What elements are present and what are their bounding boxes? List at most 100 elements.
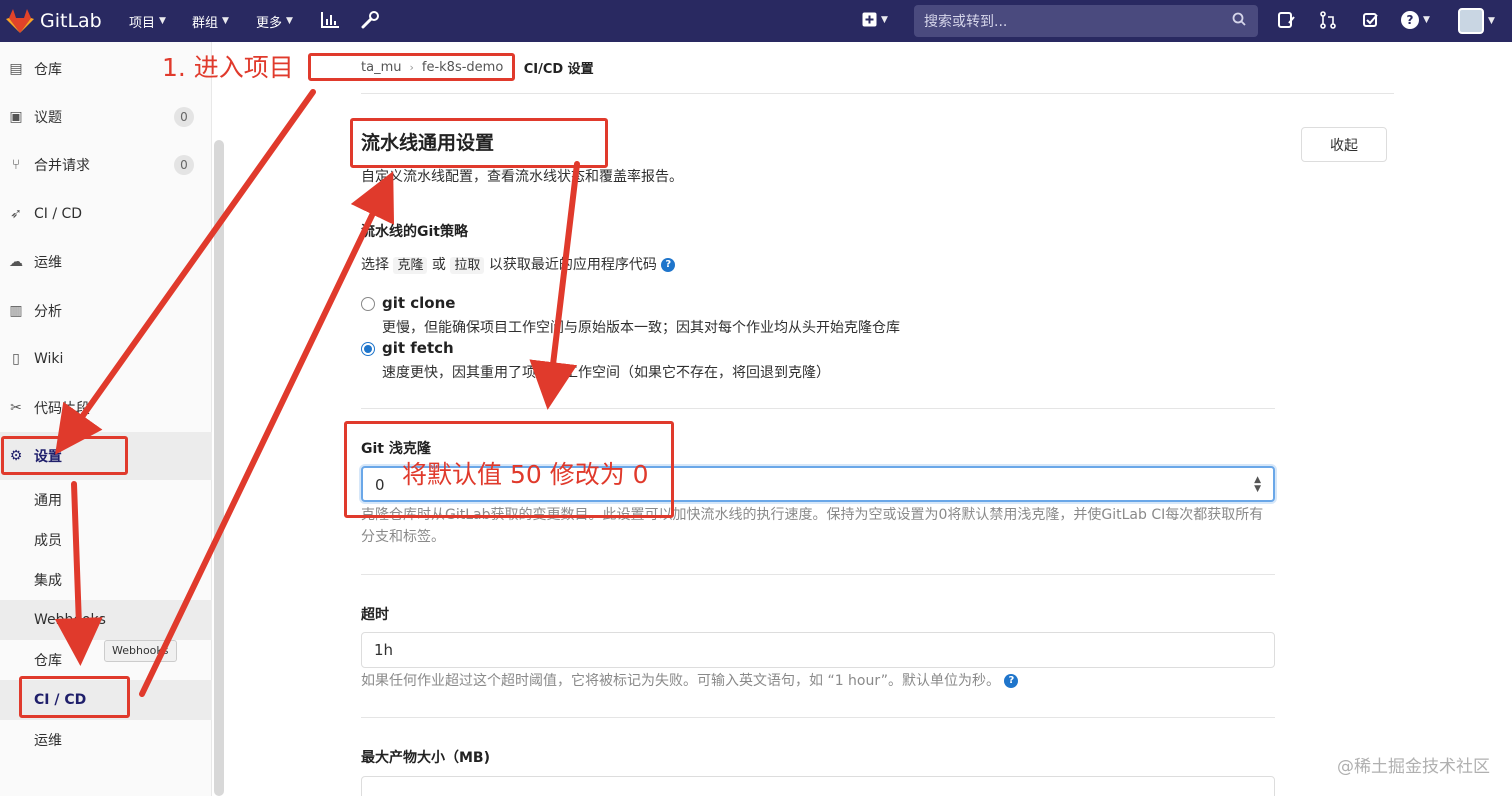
webhooks-tooltip: Webhooks	[104, 640, 177, 662]
nav-groups-dropdown[interactable]: 群组 ▼	[192, 12, 229, 31]
sidebar-item-label: 分析	[34, 304, 62, 320]
timeout-label: 超时	[361, 607, 389, 623]
collapse-button[interactable]: 收起	[1301, 127, 1387, 162]
sidebar-item-issues[interactable]: ▣ 议题 0	[0, 93, 212, 141]
annotation-note: 将默认值 50 修改为 0	[402, 460, 649, 489]
sidebar-item-operations[interactable]: ☁ 运维	[0, 238, 212, 286]
code-clone: 克隆	[393, 257, 428, 274]
issues-icon: ▣	[9, 109, 23, 125]
breadcrumb-current[interactable]: CI/CD 设置	[524, 58, 594, 77]
sidebar-item-analytics[interactable]: ▥ 分析	[0, 287, 212, 335]
sidebar-item-merge-requests[interactable]: ⑂ 合并请求 0	[0, 141, 212, 189]
sidebar-item-label: 仓库	[34, 62, 62, 78]
help-text: 选择	[361, 257, 389, 273]
cloud-icon: ☁	[9, 254, 23, 270]
help-dropdown[interactable]: ? ▼	[1401, 11, 1430, 29]
book-icon: ▯	[12, 351, 20, 367]
chevron-down-icon: ▼	[1423, 15, 1430, 25]
search-placeholder: 搜索或转到...	[924, 14, 1008, 30]
artifact-size-input[interactable]	[361, 776, 1275, 796]
sidebar-sub-webhooks[interactable]: Webhooks	[0, 600, 212, 640]
merge-request-icon: ⑂	[11, 157, 21, 173]
artifact-size-label: 最大产物大小（MB)	[361, 750, 491, 766]
annotation-box-ci-cd	[19, 676, 130, 718]
git-clone-label[interactable]: git clone	[382, 294, 455, 312]
radio-git-fetch[interactable]	[361, 342, 375, 356]
brand-name: GitLab	[40, 10, 102, 32]
sidebar-item-label: 合并请求	[34, 158, 90, 174]
header-divider	[361, 93, 1394, 94]
nav-more-label: 更多	[256, 15, 283, 31]
plus-square-icon	[862, 12, 877, 27]
chevron-down-icon: ▼	[159, 16, 166, 26]
issues-icon[interactable]	[1277, 11, 1295, 29]
section-divider	[361, 408, 1275, 409]
document-icon: ▤	[9, 61, 23, 77]
git-strategy-help: 选择 克隆 或 拉取 以获取最近的应用程序代码 ?	[361, 254, 676, 274]
git-fetch-label[interactable]: git fetch	[382, 339, 454, 357]
spinner-arrows-icon[interactable]: ▲ ▼	[1254, 476, 1261, 494]
help-text: 或	[431, 257, 446, 273]
top-navbar: GitLab 项目 ▼ 群组 ▼ 更多 ▼ ▼ 搜索或转到... ? ▼ ▼	[0, 0, 1512, 42]
scissors-icon: ✂	[10, 400, 22, 416]
annotation-box-title	[350, 118, 608, 168]
nav-projects-label: 项目	[129, 15, 156, 31]
annotation-step1: 1. 进入项目	[162, 53, 294, 82]
timeout-hint: 如果任何作业超过这个超时阈值，它将被标记为失败。可输入英文语句，如 “1 hou…	[361, 670, 1019, 692]
sidebar-sub-general[interactable]: 通用	[0, 480, 212, 520]
git-strategy-label: 流水线的Git策略	[361, 224, 468, 240]
section-divider	[361, 574, 1275, 575]
git-clone-desc: 更慢，但能确保项目工作空间与原始版本一致；因其对每个作业均从头开始克隆仓库	[382, 320, 900, 336]
sidebar-item-label: CI / CD	[34, 206, 83, 222]
search-input[interactable]: 搜索或转到...	[914, 5, 1258, 37]
timeout-hint-text: 如果任何作业超过这个超时阈值，它将被标记为失败。可输入英文语句，如 “1 hou…	[361, 673, 1000, 689]
chevron-down-icon: ▼	[222, 16, 229, 26]
timeout-value: 1h	[374, 641, 394, 659]
sidebar-item-label: 代码片段	[34, 401, 90, 417]
sidebar-scrollbar[interactable]	[214, 140, 224, 796]
sidebar-item-wiki[interactable]: ▯ Wiki	[0, 335, 212, 383]
todos-check-icon[interactable]	[1362, 11, 1380, 29]
question-icon[interactable]: ?	[661, 258, 676, 272]
new-item-dropdown[interactable]: ▼	[862, 12, 888, 27]
app-root: GitLab 项目 ▼ 群组 ▼ 更多 ▼ ▼ 搜索或转到... ? ▼ ▼ ▤…	[0, 0, 1512, 796]
search-icon	[1232, 12, 1246, 26]
section-description: 自定义流水线配置，查看流水线状态和覆盖率报告。	[361, 169, 683, 185]
chevron-down-icon: ▼	[1488, 16, 1495, 26]
merge-requests-icon[interactable]	[1319, 11, 1337, 29]
timeout-input[interactable]: 1h	[361, 632, 1275, 668]
sidebar-sub-integrations[interactable]: 集成	[0, 560, 212, 600]
sidebar-item-label: 运维	[34, 255, 62, 271]
avatar	[1458, 8, 1484, 34]
chevron-down-icon: ▼	[286, 16, 293, 26]
gitlab-logo[interactable]: GitLab	[6, 4, 102, 38]
chevron-down-icon: ▼	[881, 14, 888, 25]
activity-chart-icon[interactable]	[320, 11, 340, 29]
sidebar-item-ci-cd[interactable]: ➶ CI / CD	[0, 190, 212, 238]
user-menu-dropdown[interactable]: ▼	[1458, 8, 1495, 34]
count-badge: 0	[174, 155, 194, 175]
chart-icon: ▥	[9, 303, 23, 319]
question-icon: ?	[1401, 11, 1419, 29]
sidebar-item-snippets[interactable]: ✂ 代码片段	[0, 384, 212, 432]
sidebar-item-label: 议题	[34, 110, 62, 126]
code-fetch: 拉取	[450, 257, 485, 274]
sidebar-sub-members[interactable]: 成员	[0, 520, 212, 560]
count-badge: 0	[174, 107, 194, 127]
help-text: 以获取最近的应用程序代码	[488, 257, 657, 273]
git-fetch-desc: 速度更快，因其重用了项目的工作空间（如果它不存在，将回退到克隆）	[382, 365, 830, 381]
admin-wrench-icon[interactable]	[360, 11, 380, 29]
tanuki-icon	[6, 9, 34, 33]
rocket-icon: ➶	[10, 206, 22, 222]
question-icon[interactable]: ?	[1004, 674, 1019, 688]
nav-groups-label: 群组	[192, 15, 219, 31]
sidebar-item-label: Wiki	[34, 351, 64, 367]
annotation-box-breadcrumb	[308, 53, 515, 81]
watermark: @稀土掘金技术社区	[1337, 757, 1490, 777]
nav-projects-dropdown[interactable]: 项目 ▼	[129, 12, 166, 31]
radio-git-clone[interactable]	[361, 297, 375, 311]
sidebar-sub-operations[interactable]: 运维	[0, 720, 212, 760]
annotation-box-settings	[1, 436, 128, 475]
section-divider	[361, 717, 1275, 718]
nav-more-dropdown[interactable]: 更多 ▼	[256, 12, 293, 31]
